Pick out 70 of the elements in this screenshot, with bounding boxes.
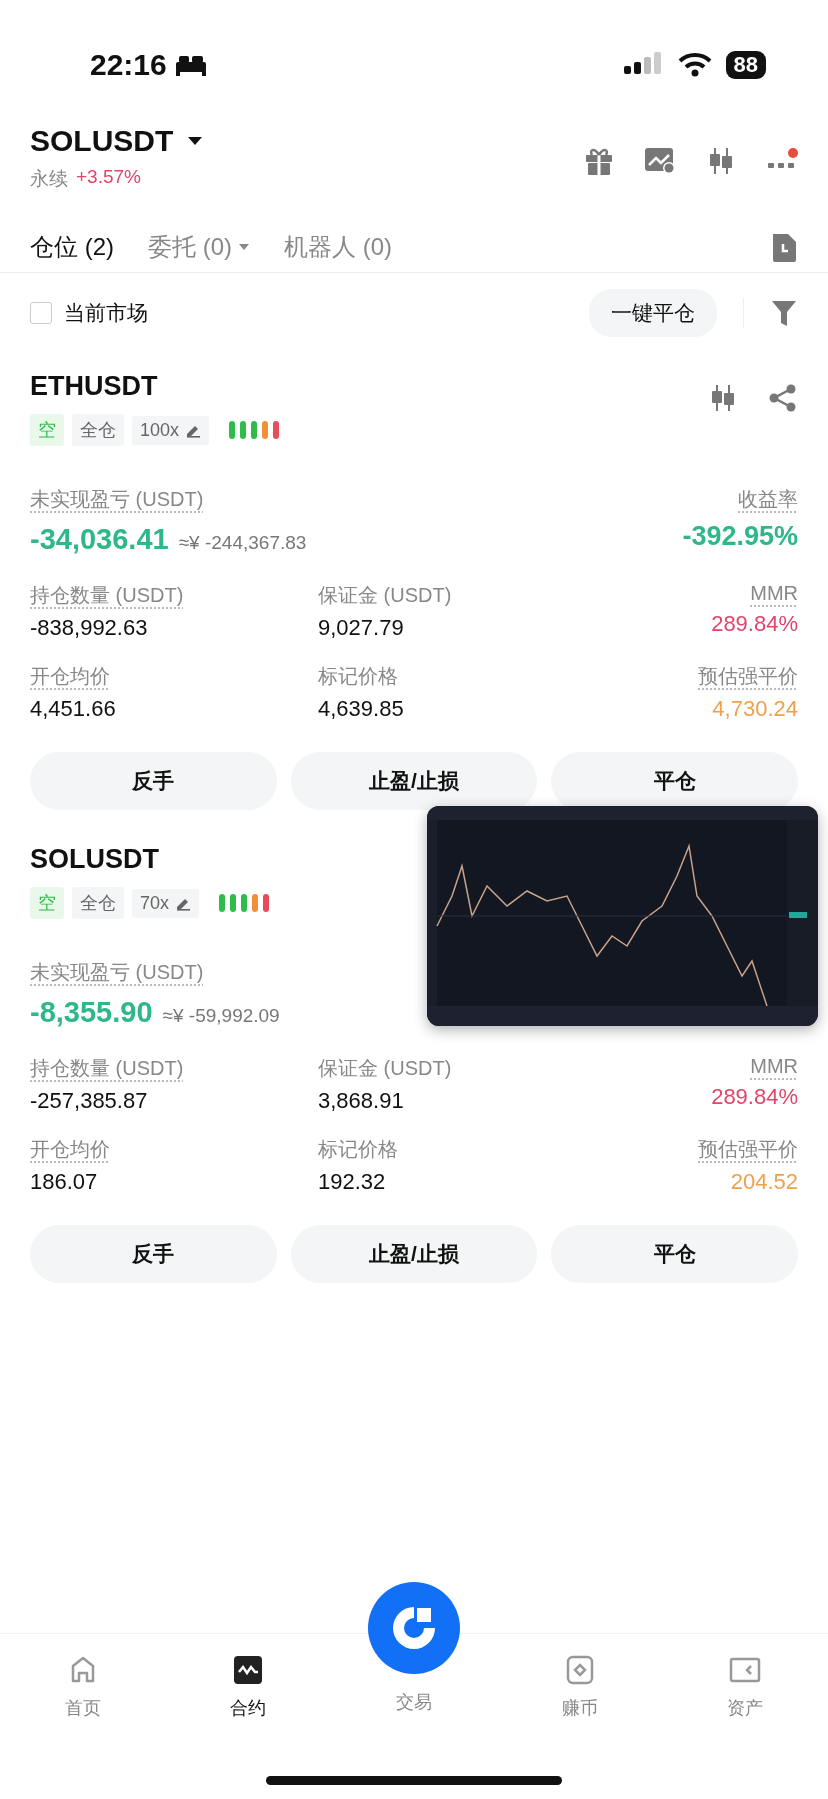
share-icon[interactable] <box>768 383 798 413</box>
stat-value: 192.32 <box>318 1169 386 1195</box>
stat-label: MMR <box>750 582 798 605</box>
pnl-cny-value: ≈¥ -244,367.83 <box>178 532 307 554</box>
stat-label: 保证金 (USDT) <box>318 1056 452 1081</box>
stat-value: 186.07 <box>30 1169 98 1195</box>
tab[interactable]: 委托 (0) <box>148 231 250 263</box>
document-clock-icon[interactable] <box>770 231 798 263</box>
pair-title[interactable]: SOLUSDT <box>30 124 174 158</box>
action-button[interactable]: 反手 <box>30 752 277 810</box>
nav-tab[interactable]: 赚币 <box>496 1634 663 1799</box>
side-tag: 空 <box>30 414 64 446</box>
roe-value: -392.95% <box>682 521 798 552</box>
margin-mode-tag: 全仓 <box>72 887 124 919</box>
nav-tab[interactable]: 首页 <box>0 1634 166 1799</box>
stat-label: 持仓数量 (USDT) <box>30 1056 184 1081</box>
stat-label: 开仓均价 <box>30 664 110 689</box>
stat-label: 持仓数量 (USDT) <box>30 583 184 608</box>
stat-value: 4,730.24 <box>712 696 798 722</box>
tab[interactable]: 机器人 (0) <box>284 231 392 263</box>
bed-icon <box>174 54 207 76</box>
caret-icon <box>238 243 250 251</box>
pnl-cny-value: ≈¥ -59,992.09 <box>162 1005 280 1027</box>
pnl-value: -34,036.41 <box>30 523 169 556</box>
stat-label: 保证金 (USDT) <box>318 583 452 608</box>
stat-value: 9,027.79 <box>318 615 404 641</box>
pnl-value: -8,355.90 <box>30 996 153 1029</box>
checkbox[interactable] <box>30 302 52 324</box>
stat-label: 预估强平价 <box>698 1137 798 1162</box>
stat-label: MMR <box>750 1055 798 1078</box>
stat-label: 标记价格 <box>318 664 398 689</box>
stat-label: 开仓均价 <box>30 1137 110 1162</box>
position-symbol: ETHUSDT <box>30 371 159 402</box>
stat-value: -257,385.87 <box>30 1088 148 1114</box>
leverage-tag[interactable]: 100x <box>132 415 210 445</box>
caret-icon[interactable] <box>187 136 204 146</box>
action-button[interactable]: 平仓 <box>551 1225 798 1283</box>
stat-value: 4,451.66 <box>30 696 116 722</box>
price-change: +3.57% <box>76 166 141 189</box>
chart-image-icon[interactable] <box>644 146 676 174</box>
stat-value: 4,639.85 <box>318 696 404 722</box>
stat-value: 204.52 <box>730 1169 798 1195</box>
contract-type: 永续 <box>30 167 68 191</box>
pnl-label: 未实现盈亏 (USDT) <box>30 961 204 983</box>
leverage-tag[interactable]: 70x <box>132 888 200 918</box>
pnl-label: 未实现盈亏 (USDT) <box>30 488 204 510</box>
logo-icon <box>368 1582 460 1674</box>
pulse-icon <box>232 1654 265 1686</box>
nav-tab[interactable]: 资产 <box>662 1634 828 1799</box>
status-time: 22:16 <box>90 48 167 82</box>
margin-mode-tag: 全仓 <box>72 414 124 446</box>
gift-icon[interactable] <box>584 146 614 176</box>
stat-value: -838,992.63 <box>30 615 148 641</box>
tab[interactable]: 仓位 (2) <box>30 231 114 263</box>
stat-value: 289.84% <box>711 1084 798 1110</box>
battery-level: 88 <box>725 51 766 79</box>
stat-value: 3,868.91 <box>318 1088 404 1114</box>
side-tag: 空 <box>30 887 64 919</box>
stat-label: 预估强平价 <box>698 664 798 689</box>
stat-value: 289.84% <box>711 611 798 637</box>
action-button[interactable]: 止盈/止损 <box>290 1225 538 1283</box>
wifi-icon <box>677 52 712 78</box>
stat-label: 标记价格 <box>318 1137 398 1162</box>
action-button[interactable]: 反手 <box>30 1225 277 1283</box>
checkbox-label: 当前市场 <box>64 300 148 326</box>
close-all-button[interactable]: 一键平仓 <box>589 289 717 337</box>
position-symbol: SOLUSDT <box>30 844 160 875</box>
roe-label: 收益率 <box>738 487 798 512</box>
action-button[interactable]: 止盈/止损 <box>290 752 538 810</box>
nav-tab[interactable]: 合约 <box>165 1634 332 1799</box>
